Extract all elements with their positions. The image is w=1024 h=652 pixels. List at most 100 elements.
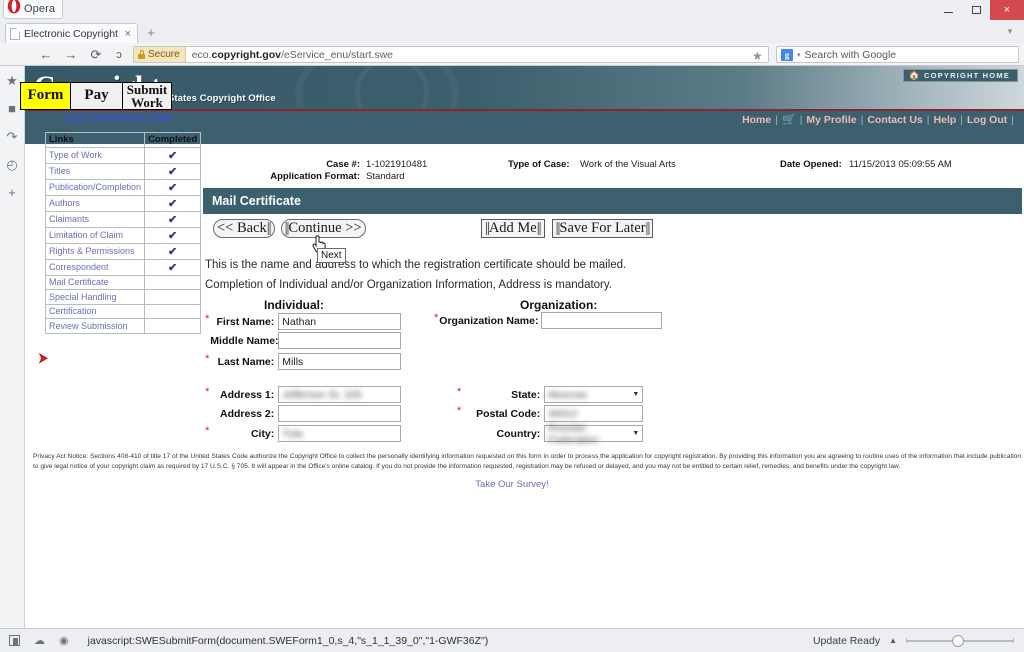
sync-icon[interactable]: ↷ <box>5 129 20 144</box>
new-tab-button[interactable]: + <box>142 25 160 41</box>
workflow-links-table: Links Completed Type of Work ✔ Titles ✔ Pu… <box>44 132 202 334</box>
minimize-button[interactable] <box>934 0 962 20</box>
sidebar-item-type-of-work[interactable]: Type of Work <box>44 146 146 164</box>
required-marker: * <box>205 312 210 325</box>
table-row[interactable]: Review Submission <box>44 318 202 334</box>
caret-up-icon[interactable]: ▲ <box>889 636 897 645</box>
zoom-slider[interactable] <box>906 634 1014 647</box>
tab-form[interactable]: Form <box>21 83 71 109</box>
table-row[interactable]: Claimants ✔ <box>44 210 202 228</box>
chevron-down-icon[interactable]: ▾ <box>797 51 801 59</box>
zoom-slider-knob[interactable] <box>952 634 964 647</box>
completed-check: ✔ <box>144 178 202 196</box>
sidebar-item-claimants[interactable]: Claimants <box>44 210 146 228</box>
sidebar-item-authors[interactable]: Authors <box>44 194 146 212</box>
organization-name-input[interactable] <box>541 312 663 329</box>
copyright-home-button[interactable]: 🏠 COPYRIGHT HOME <box>902 69 1018 82</box>
bookmark-star-icon[interactable]: ★ <box>752 49 763 63</box>
table-row[interactable]: Correspondent ✔ <box>44 258 202 276</box>
nav-link-home[interactable]: Home <box>742 114 771 126</box>
table-row[interactable]: Special Handling <box>44 289 202 305</box>
country-select[interactable]: Russian Federation ▼ <box>544 422 644 446</box>
cart-icon[interactable]: 🛒 <box>782 113 796 126</box>
cloud-icon[interactable]: ☁ <box>34 634 45 647</box>
nav-link-log-out[interactable]: Log Out <box>967 114 1007 126</box>
type-of-case-value: Work of the Visual Arts <box>580 159 676 170</box>
table-row[interactable]: Mail Certificate <box>44 274 202 290</box>
back-button[interactable]: << Back || <box>213 219 275 238</box>
tab-pay[interactable]: Pay <box>71 83 123 109</box>
window-controls: × <box>934 0 1024 22</box>
sidebar-toggle-icon[interactable] <box>9 635 20 646</box>
instruction-paragraph-1: This is the name and address to which th… <box>205 259 627 271</box>
opera-app-tab[interactable]: Opera <box>3 0 63 19</box>
city-input[interactable]: Tula <box>278 425 402 442</box>
button-bars: || <box>645 220 651 237</box>
table-row[interactable]: Authors ✔ <box>44 194 202 212</box>
navigation-toolbar: ← → ⟳ ↄ Secure eco.copyright.gov/eServic… <box>0 43 1024 66</box>
page-favicon-icon <box>10 27 20 40</box>
table-row[interactable]: Certification <box>44 303 202 319</box>
sidebar-item-limitation-of-claim[interactable]: Limitation of Claim <box>44 226 146 244</box>
close-window-button[interactable]: × <box>990 0 1024 20</box>
completed-check: ✔ <box>144 258 202 276</box>
city-value-redacted: Tula <box>282 427 303 440</box>
address-2-input[interactable] <box>278 405 402 422</box>
table-row[interactable]: Limitation of Claim ✔ <box>44 226 202 244</box>
table-row[interactable]: Publication/Completion ✔ <box>44 178 202 196</box>
nav-link-contact-us[interactable]: Contact Us <box>867 114 922 126</box>
eco-navigation-tips-link[interactable]: eCO Navigation Tips <box>43 111 193 123</box>
sidebar-item-publication-completion[interactable]: Publication/Completion <box>44 178 146 196</box>
forward-button[interactable]: → <box>63 47 79 63</box>
address-1-input[interactable]: Jefferson St. 105 <box>278 386 402 403</box>
state-select[interactable]: Moscow ▼ <box>544 386 644 403</box>
middle-name-input[interactable] <box>278 332 402 349</box>
key-icon[interactable]: ↄ <box>111 47 127 63</box>
sidebar-item-review-submission[interactable]: Review Submission <box>44 318 146 334</box>
tab-submit-work[interactable]: Submit Work <box>123 83 171 109</box>
security-indicator[interactable]: Secure <box>134 47 186 62</box>
nav-link-help[interactable]: Help <box>934 114 957 126</box>
reload-button[interactable]: ⟳ <box>88 47 104 63</box>
section-heading-individual: Individual: <box>264 298 324 312</box>
sidebar-item-mail-certificate[interactable]: Mail Certificate <box>44 274 146 290</box>
completed-check: ✔ <box>144 146 202 164</box>
save-for-later-button-label: Save For Later <box>559 220 646 237</box>
section-heading-organization: Organization: <box>520 298 598 312</box>
middle-name-label: Middle Name: <box>210 334 279 347</box>
update-ready-label[interactable]: Update Ready <box>813 635 880 647</box>
city-label: City: <box>250 427 275 440</box>
table-row[interactable]: Titles ✔ <box>44 162 202 180</box>
close-tab-icon[interactable]: × <box>123 28 133 40</box>
sidebar-item-certification[interactable]: Certification <box>44 303 146 319</box>
postal-code-input[interactable]: 30012 <box>544 405 644 422</box>
sidebar-item-special-handling[interactable]: Special Handling <box>44 289 146 305</box>
star-icon[interactable]: ★ <box>5 73 20 88</box>
url-subdomain: eco. <box>191 48 212 61</box>
save-for-later-button[interactable]: || Save For Later || <box>551 219 654 238</box>
sidebar-item-correspondent[interactable]: Correspondent <box>44 258 146 276</box>
add-me-button[interactable]: || Add Me || <box>481 219 545 238</box>
sidebar-item-rights-permissions[interactable]: Rights & Permissions <box>44 242 146 260</box>
first-name-input[interactable]: Nathan <box>278 313 402 330</box>
nav-link-my-profile[interactable]: My Profile <box>806 114 856 126</box>
take-our-survey-link[interactable]: Take Our Survey! <box>0 479 1024 490</box>
search-box[interactable]: g ▾ Search with Google <box>776 46 1019 63</box>
back-button[interactable]: ← <box>38 47 54 63</box>
sidebar-item-titles[interactable]: Titles <box>44 162 146 180</box>
chevron-down-icon[interactable]: ▾ <box>1004 26 1016 38</box>
table-row[interactable]: Type of Work ✔ <box>44 146 202 164</box>
field-row-city: * City: Tula <box>205 425 402 442</box>
notes-icon[interactable]: ■ <box>5 101 20 116</box>
maximize-button[interactable] <box>962 0 990 20</box>
last-name-input[interactable]: Mills <box>278 353 402 370</box>
plus-icon[interactable]: + <box>5 185 20 200</box>
address-bar[interactable]: Secure eco.copyright.gov/eService_enu/st… <box>133 46 769 63</box>
browser-tab[interactable]: Electronic Copyright O... × <box>5 23 138 43</box>
history-icon[interactable]: ◴ <box>5 157 20 172</box>
title-bar: Opera × <box>0 0 1024 22</box>
table-row[interactable]: Rights & Permissions ✔ <box>44 242 202 260</box>
status-bar: ☁ ◉ javascript:SWESubmitForm(document.SW… <box>0 628 1024 652</box>
camera-icon[interactable]: ◉ <box>59 634 69 647</box>
field-row-last-name: * Last Name: Mills <box>205 353 402 370</box>
